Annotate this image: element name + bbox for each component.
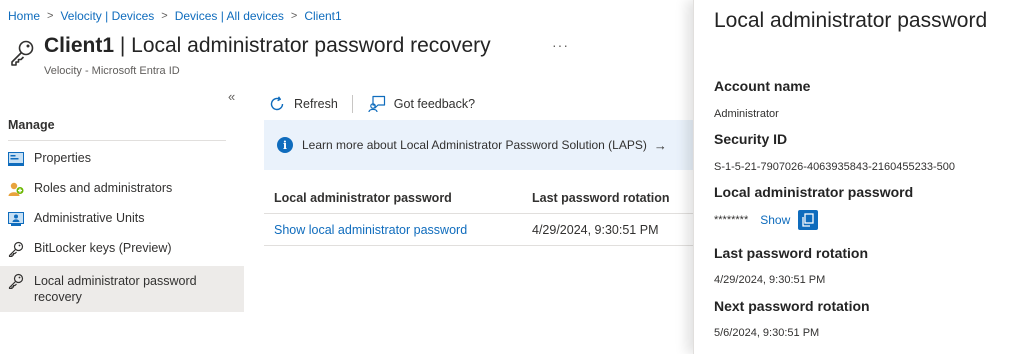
refresh-label: Refresh bbox=[294, 97, 338, 111]
laps-learn-more-text[interactable]: Learn more about Local Administrator Pas… bbox=[302, 138, 647, 152]
masked-password: ******** bbox=[714, 214, 749, 226]
sidebar-item-label: BitLocker keys (Preview) bbox=[34, 241, 172, 255]
account-name-label: Account name bbox=[714, 78, 811, 94]
breadcrumb-client1[interactable]: Client1 bbox=[304, 9, 341, 23]
info-icon: i bbox=[277, 137, 293, 153]
sidebar-item-label: Properties bbox=[34, 151, 91, 165]
page-title: Client1 | Local administrator password r… bbox=[44, 34, 491, 58]
password-row: ******** Show bbox=[714, 210, 819, 230]
table-header: Local administrator password Last passwo… bbox=[264, 182, 694, 214]
key-icon bbox=[8, 273, 24, 289]
password-table: Local administrator password Last passwo… bbox=[264, 182, 694, 246]
more-icon[interactable]: ··· bbox=[552, 37, 569, 53]
properties-icon bbox=[8, 151, 24, 167]
panel-title: Local administrator password bbox=[714, 9, 988, 32]
sidebar-item-properties[interactable]: Properties bbox=[0, 142, 244, 173]
table-row: Show local administrator password 4/29/2… bbox=[264, 214, 694, 246]
next-rotation-value: 5/6/2024, 9:30:51 PM bbox=[714, 327, 820, 339]
refresh-icon bbox=[270, 96, 284, 111]
sidebar-item-bitlocker-keys[interactable]: BitLocker keys (Preview) bbox=[0, 235, 244, 266]
breadcrumb: Home > Velocity | Devices > Devices | Al… bbox=[8, 9, 342, 23]
command-bar: Refresh Got feedback? bbox=[268, 94, 475, 114]
sidebar-item-roles-and-administrators[interactable]: Roles and administrators bbox=[0, 173, 244, 204]
sidebar-item-label: Administrative Units bbox=[34, 211, 145, 225]
feedback-icon bbox=[368, 95, 385, 113]
refresh-button[interactable]: Refresh bbox=[268, 95, 338, 113]
sidebar-nav: Properties Roles and administrators Admi… bbox=[0, 142, 244, 312]
sidebar-divider bbox=[8, 140, 226, 141]
chevron-right-icon: > bbox=[47, 10, 54, 22]
breadcrumb-velocity-devices[interactable]: Velocity | Devices bbox=[60, 9, 154, 23]
sidebar-item-label: Local administrator password recovery bbox=[34, 274, 197, 304]
last-rotation-cell: 4/29/2024, 9:30:51 PM bbox=[532, 222, 659, 237]
sidebar-heading-manage: Manage bbox=[8, 118, 55, 132]
sidebar-item-local-admin-password-recovery[interactable]: Local administrator password recovery bbox=[0, 266, 244, 312]
show-password-link[interactable]: Show local administrator password bbox=[264, 223, 532, 237]
chevron-right-icon: > bbox=[161, 10, 168, 22]
column-header-last-rotation: Last password rotation bbox=[532, 190, 670, 205]
collapse-sidebar-icon[interactable]: « bbox=[228, 89, 235, 104]
breadcrumb-all-devices[interactable]: Devices | All devices bbox=[175, 9, 284, 23]
laps-info-banner[interactable]: i Learn more about Local Administrator P… bbox=[264, 120, 694, 170]
column-header-password: Local administrator password bbox=[274, 190, 452, 205]
feedback-label: Got feedback? bbox=[393, 97, 476, 111]
administrative-units-icon bbox=[8, 211, 24, 227]
roles-icon bbox=[8, 181, 24, 197]
key-icon bbox=[8, 241, 24, 257]
security-id-value: S-1-5-21-7907026-4063935843-2160455233-5… bbox=[714, 161, 955, 173]
account-name-value: Administrator bbox=[714, 108, 779, 120]
breadcrumb-home[interactable]: Home bbox=[8, 9, 40, 23]
password-details-panel: Local administrator password Account nam… bbox=[693, 0, 1022, 354]
sidebar-item-administrative-units[interactable]: Administrative Units bbox=[0, 204, 244, 235]
last-rotation-value: 4/29/2024, 9:30:51 PM bbox=[714, 274, 826, 286]
feedback-button[interactable]: Got feedback? bbox=[368, 95, 475, 113]
security-id-label: Security ID bbox=[714, 131, 788, 147]
toolbar-divider bbox=[351, 95, 353, 113]
page-title-section: | Local administrator password recovery bbox=[114, 34, 491, 57]
password-label: Local administrator password bbox=[714, 184, 914, 200]
show-password-button[interactable]: Show bbox=[760, 213, 790, 227]
chevron-right-icon: > bbox=[290, 10, 298, 22]
copy-icon[interactable] bbox=[798, 210, 819, 230]
next-rotation-label: Next password rotation bbox=[714, 298, 870, 314]
page-subtitle: Velocity - Microsoft Entra ID bbox=[44, 65, 180, 77]
last-rotation-label: Last password rotation bbox=[714, 245, 869, 261]
page-title-device: Client1 bbox=[44, 34, 115, 57]
sidebar-item-label: Roles and administrators bbox=[34, 181, 173, 195]
arrow-right-icon: → bbox=[653, 137, 667, 153]
key-icon bbox=[11, 40, 34, 66]
